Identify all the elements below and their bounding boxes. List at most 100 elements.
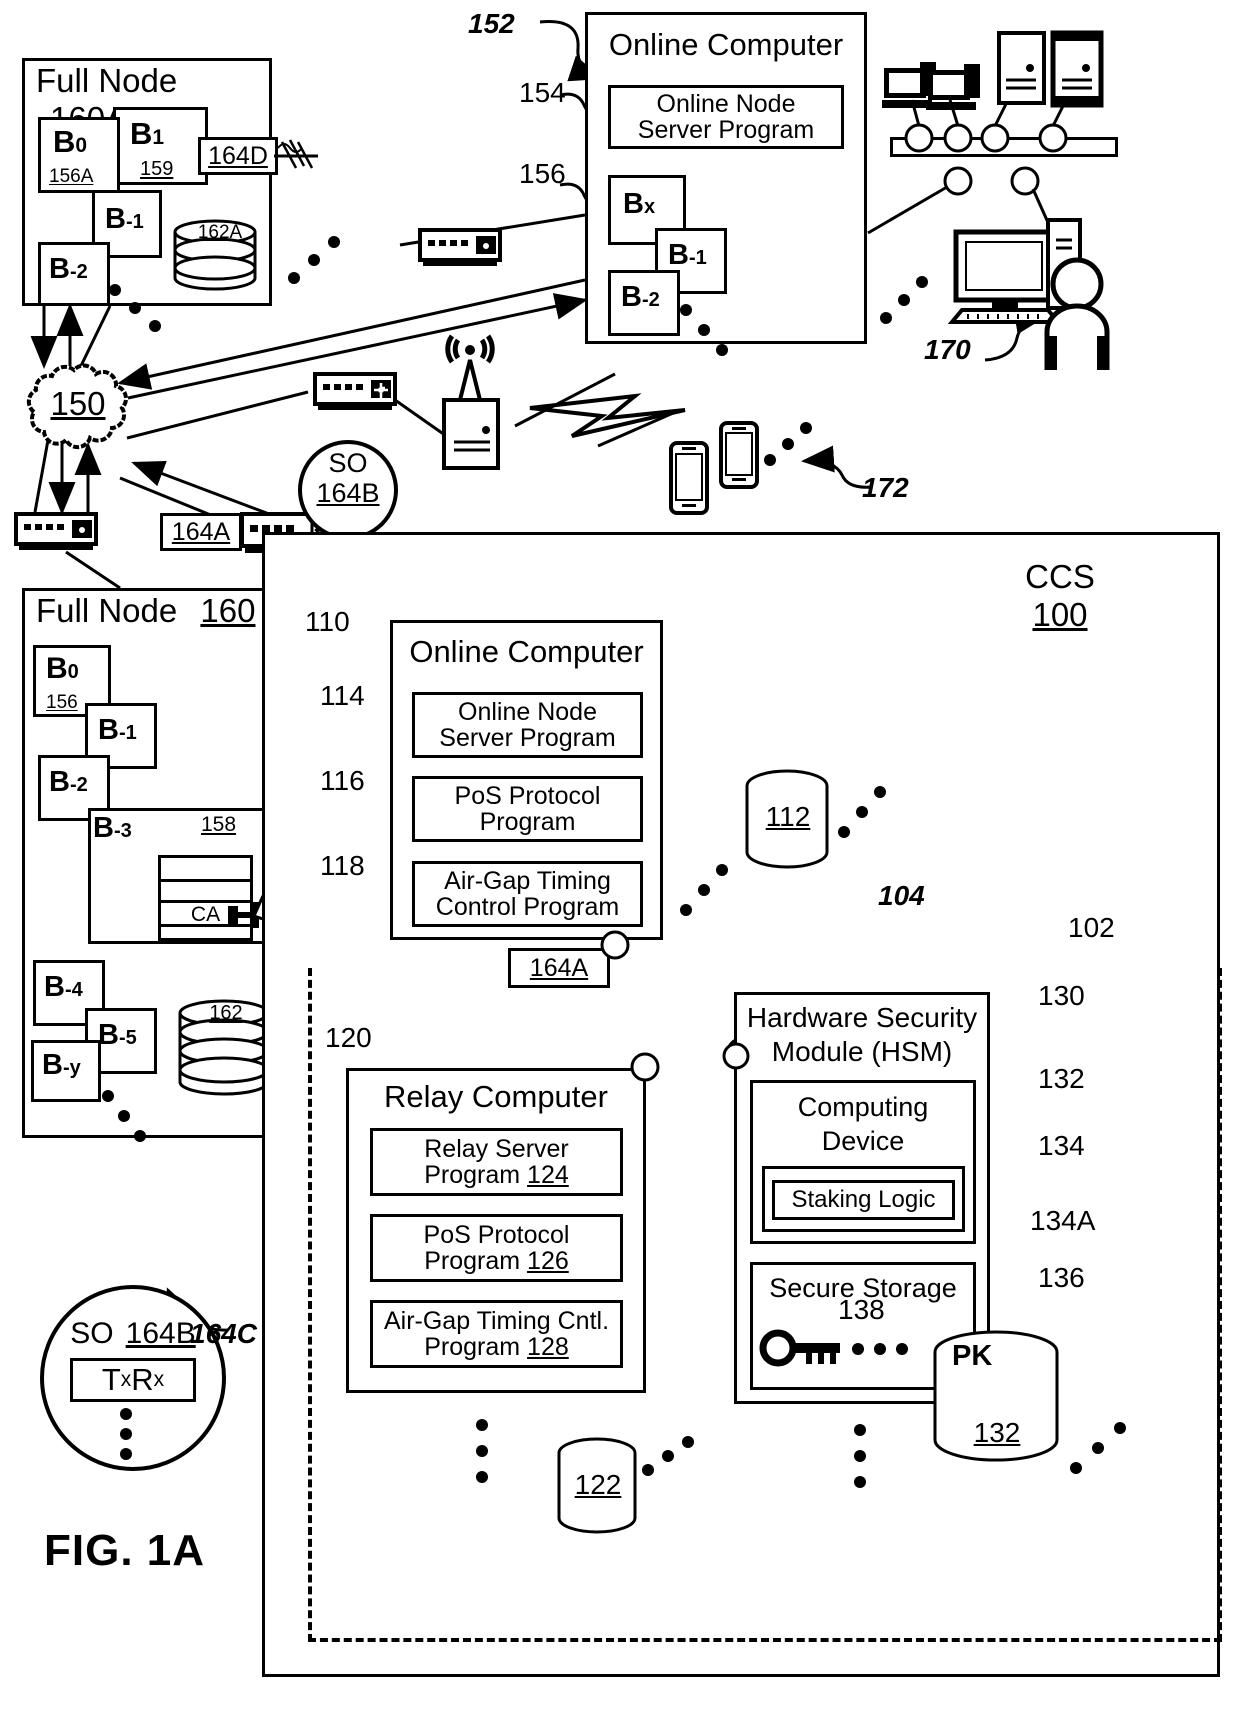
- desktop-computer-icon-2: [926, 64, 980, 110]
- online-computer-node-circle: [600, 930, 630, 960]
- tx-sub: x: [120, 1367, 132, 1391]
- ref-154: 154: [519, 77, 566, 108]
- relay-pos-program-text: PoS Protocol Program 126: [379, 1222, 614, 1275]
- bm5-160-sub: -5: [118, 1027, 137, 1049]
- relay-pos-program-ref: 126: [527, 1247, 569, 1275]
- router-icon-1: [313, 372, 397, 410]
- full-node-160-title-row: Full Node 160: [36, 592, 276, 636]
- bmy-160-sub: -y: [62, 1057, 81, 1079]
- bm3-160-name: B: [93, 812, 114, 844]
- ellipsis-dots-hsm: [854, 1424, 866, 1488]
- block-b1-ref: 159: [140, 158, 174, 180]
- block-bm2-152-name: B: [621, 281, 642, 313]
- so-164d-box: 164D: [198, 137, 278, 175]
- switch-164a-airgap-label-box: 164A: [508, 948, 610, 988]
- so-164b-title: SO: [328, 447, 368, 478]
- mobile-phone-icon-1: [669, 441, 709, 515]
- bm1-160-name: B: [98, 714, 119, 746]
- ellipsis-dots-152: [680, 304, 728, 356]
- ref-118: 118: [320, 850, 365, 881]
- full-node-160-ref: 160: [200, 592, 256, 629]
- ellipsis-dots-112: [838, 786, 886, 838]
- relay-airgap-program-label: Air-Gap Timing Cntl. Program: [383, 1306, 610, 1361]
- ref-130: 130: [1038, 980, 1085, 1011]
- ref-110: 110: [305, 606, 350, 637]
- ref-116: 116: [320, 765, 365, 796]
- pos-protocol-program-110-label: PoS Protocol Program: [454, 781, 601, 836]
- antenna-squiggle-icon: [274, 139, 318, 169]
- ref-134: 134: [1038, 1130, 1085, 1161]
- database-122-label: 122: [574, 1469, 622, 1501]
- so-164b-detail-title: SO: [70, 1317, 114, 1351]
- bm1-160-sub: -1: [118, 722, 137, 744]
- ellipsis-dots-112b: [680, 864, 728, 916]
- online-computer-152-title: Online Computer: [608, 26, 844, 62]
- ellipsis-dots-122: [642, 1436, 694, 1476]
- ellipsis-dots-mobile: [764, 422, 812, 466]
- relay-server-program-ref: 124: [527, 1161, 569, 1189]
- patent-figure-1a: Full Node 160A B1 159 B0 156A B-1 B-2 16…: [0, 0, 1240, 1710]
- block-bm2-152: B-2: [608, 270, 680, 336]
- ellipsis-dots-132: [1070, 1422, 1126, 1474]
- rx-label: R: [131, 1361, 154, 1397]
- figure-label: FIG. 1A: [44, 1526, 206, 1575]
- database-162a-label: 162A: [197, 222, 243, 243]
- tx-label: T: [101, 1361, 121, 1397]
- ref-164c: 164C: [190, 1318, 257, 1349]
- ellipsis-dots-relay: [476, 1419, 488, 1483]
- online-node-server-program-152-label: Online Node Server Program: [637, 89, 815, 144]
- b0-160-ref: 156: [46, 692, 78, 713]
- ellipsis-dots-so: [120, 1408, 132, 1460]
- b0-160-name: B: [46, 652, 68, 685]
- block-bm2-sub: -2: [69, 261, 88, 283]
- rx-sub: x: [153, 1367, 165, 1391]
- airgap-timing-control-program-110-label: Air-Gap Timing Control Program: [435, 866, 620, 921]
- wireless-tower-icon: [442, 334, 500, 470]
- online-node-server-program-110: Online Node Server Program: [412, 692, 643, 758]
- user-person-icon: [1044, 257, 1110, 370]
- ref-120: 120: [325, 1022, 372, 1053]
- block-b1-name: B: [130, 116, 153, 151]
- server-tower-icon-2: [1050, 30, 1104, 108]
- staking-logic-box: Staking Logic: [772, 1180, 955, 1220]
- block-b1-160a: B1 159: [113, 107, 208, 185]
- ref-114: 114: [320, 680, 365, 711]
- bm2-160-name: B: [49, 766, 70, 798]
- block-bm2-152-sub: -2: [641, 289, 660, 311]
- full-node-160-title: Full Node: [36, 592, 178, 629]
- bmy-160-name: B: [42, 1049, 63, 1081]
- router-icon-3: [14, 512, 98, 550]
- bm4-160-sub: -4: [64, 979, 83, 1001]
- relay-pos-protocol-program-box: PoS Protocol Program 126: [370, 1214, 623, 1282]
- block-b0-ref: 156A: [49, 166, 94, 187]
- ellipsis-dots-users: [880, 276, 928, 324]
- computing-device-title-line2: Device: [821, 1125, 905, 1156]
- relay-airgap-program-box: Air-Gap Timing Cntl. Program 128: [370, 1300, 623, 1368]
- block-b0-sub: 0: [75, 134, 88, 157]
- ref-138: 138: [838, 1294, 885, 1325]
- staking-logic-label: Staking Logic: [791, 1186, 936, 1214]
- block-bm2-name: B: [49, 253, 70, 285]
- full-node-160a-title: Full Node: [36, 62, 178, 99]
- airgap-timing-control-program-110: Air-Gap Timing Control Program: [412, 861, 643, 927]
- ref-134a: 134A: [1030, 1205, 1096, 1236]
- ref-132: 132: [1038, 1063, 1085, 1094]
- database-112-label: 112: [765, 801, 811, 833]
- b0-160-sub: 0: [67, 661, 79, 683]
- relay-airgap-program-text: Air-Gap Timing Cntl. Program 128: [379, 1308, 614, 1361]
- block-bm1-152-sub: -1: [688, 247, 707, 269]
- relay-server-program-box: Relay Server Program 124: [370, 1128, 623, 1196]
- ref-102: 102: [1068, 912, 1115, 943]
- so-164b-detail-ref: 164B: [125, 1317, 196, 1351]
- cloud-150-label: 150: [50, 384, 106, 422]
- switch-164a-label: 164A: [171, 517, 231, 546]
- block-b0-name: B: [53, 124, 76, 159]
- hsm-side-node-circle: [722, 1042, 750, 1070]
- ccs-title: CCS: [1025, 557, 1095, 595]
- ledger-158-ref: 158: [201, 813, 237, 836]
- mobile-phone-icon-2: [719, 421, 759, 489]
- relay-node-circle: [630, 1052, 660, 1082]
- router-icon-2: [418, 228, 502, 266]
- bm5-160-name: B: [98, 1019, 119, 1051]
- block-bm2-160a: B-2: [38, 242, 110, 306]
